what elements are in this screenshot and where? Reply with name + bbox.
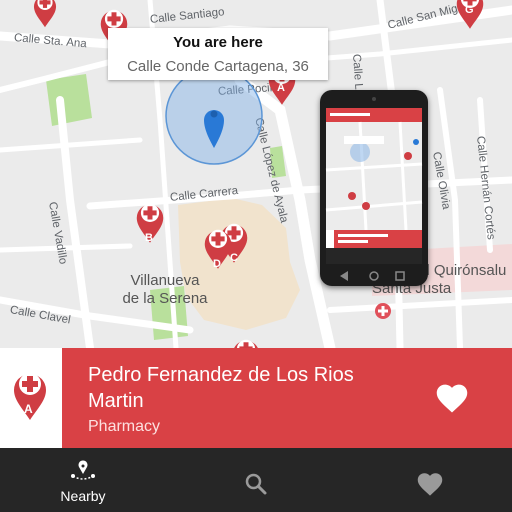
tab-favorites[interactable] [370, 448, 490, 512]
location-callout[interactable]: You are here Calle Conde Cartagena, 36 [108, 28, 328, 80]
marker-letter: C [230, 252, 238, 264]
search-icon [245, 473, 267, 495]
pharmacy-name: Pedro Fernandez de Los Rios Martin [88, 364, 354, 412]
heart-icon [417, 473, 443, 496]
marker-letter: B [145, 232, 153, 244]
marker-pin[interactable] [226, 334, 266, 348]
selected-marker-letter: A [24, 402, 33, 416]
pharmacy-type: Pharmacy [88, 418, 161, 435]
favorite-heart-icon[interactable] [434, 382, 470, 414]
selected-marker-box: A [0, 348, 62, 448]
marker-pin[interactable] [30, 0, 60, 30]
tab-nearby[interactable]: Nearby [23, 448, 143, 512]
tab-search[interactable] [196, 448, 316, 512]
phone-mockup [320, 90, 428, 286]
marker-letter: D [213, 258, 221, 270]
marker-letter: A [277, 82, 285, 94]
nearby-icon [71, 460, 95, 480]
marker-letter: G [465, 4, 474, 16]
phone-screen [324, 94, 424, 281]
bottom-navigation: Nearby [0, 448, 512, 512]
tab-nearby-label: Nearby [60, 488, 106, 504]
callout-title: You are here [173, 34, 263, 51]
callout-address: Calle Conde Cartagena, 36 [127, 58, 309, 75]
map-view[interactable]: Calle Sta. Ana Calle Santiago Calle San … [0, 0, 512, 348]
